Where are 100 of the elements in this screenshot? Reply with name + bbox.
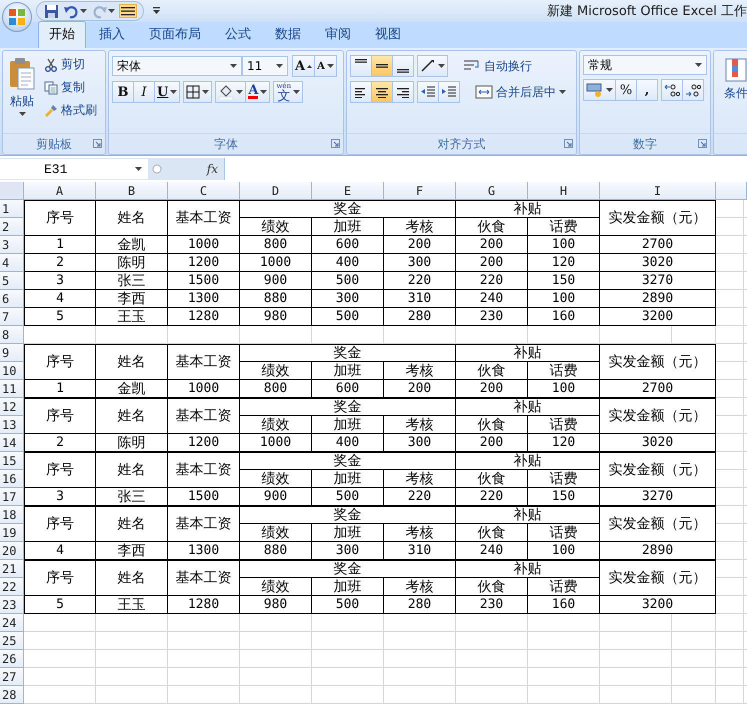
header-cell: 绩效 (240, 470, 312, 488)
fill-color-button[interactable] (215, 81, 246, 103)
horizontal-align-button[interactable] (371, 81, 393, 103)
office-button[interactable] (2, 2, 32, 32)
table-cell: 1280 (168, 308, 240, 326)
column-header[interactable]: I (600, 182, 716, 200)
save-button[interactable] (43, 2, 60, 20)
increase-decimal-button[interactable] (661, 79, 683, 101)
shrink-font-button[interactable]: A (314, 55, 337, 77)
row-header[interactable]: 7 (0, 308, 24, 326)
header-cell: 伙食 (456, 362, 528, 380)
row-header[interactable]: 13 (0, 416, 24, 434)
horizontal-align-button[interactable] (392, 81, 414, 103)
ribbon-tab[interactable]: 页面布局 (138, 21, 212, 48)
row-header[interactable]: 24 (0, 614, 24, 632)
toolbar-menu-button[interactable] (152, 6, 161, 16)
number-format-field[interactable]: 常规 (583, 55, 707, 75)
row-header[interactable]: 3 (0, 236, 24, 254)
row-header[interactable]: 1 (0, 200, 24, 218)
caret-icon (135, 167, 142, 171)
row-header[interactable]: 18 (0, 506, 24, 524)
row-header[interactable]: 5 (0, 272, 24, 290)
bold-button[interactable]: B (112, 81, 134, 103)
vertical-align-button[interactable] (350, 55, 372, 77)
cut-button[interactable]: 剪切 (42, 55, 99, 74)
row-header[interactable]: 27 (0, 668, 24, 686)
dialog-launcher-button[interactable] (93, 139, 102, 148)
wrap-text-button[interactable]: 自动换行 (461, 56, 534, 76)
column-header[interactable]: D (240, 182, 312, 200)
copy-icon (44, 80, 58, 94)
launcher-icon (93, 139, 102, 148)
header-cell: 奖金 (240, 560, 456, 578)
row-header[interactable]: 2 (0, 218, 24, 236)
merge-center-button[interactable]: 合并后居中 (473, 82, 568, 102)
orientation-button[interactable] (417, 55, 448, 77)
comma-button[interactable]: , (636, 79, 658, 101)
grow-font-button[interactable]: A (292, 55, 316, 77)
row-header[interactable]: 14 (0, 434, 24, 452)
row-header[interactable]: 9 (0, 344, 24, 362)
table-cell: 3200 (600, 596, 716, 614)
borders-button[interactable] (183, 81, 212, 103)
font-name-field[interactable]: 宋体 (112, 56, 242, 76)
formula-input[interactable] (224, 158, 747, 180)
underline-button[interactable]: U (154, 81, 180, 103)
dialog-launcher-button[interactable] (564, 139, 573, 148)
row-header[interactable]: 6 (0, 290, 24, 308)
row-header[interactable]: 11 (0, 380, 24, 398)
ribbon-tab[interactable]: 审阅 (314, 21, 362, 48)
row-header[interactable]: 22 (0, 578, 24, 596)
vertical-align-button[interactable] (371, 55, 393, 77)
ribbon-tab[interactable]: 公式 (214, 21, 262, 48)
column-header[interactable]: F (384, 182, 456, 200)
row-header[interactable]: 26 (0, 650, 24, 668)
ribbon-tab[interactable]: 插入 (88, 21, 136, 48)
row-header[interactable]: 16 (0, 470, 24, 488)
decrease-indent-button[interactable] (417, 81, 439, 103)
row-header[interactable]: 8 (0, 326, 24, 344)
clipboard-icon (8, 57, 36, 91)
header-cell: 话费 (528, 362, 600, 380)
row-header[interactable]: 10 (0, 362, 24, 380)
column-header[interactable]: C (168, 182, 240, 200)
vertical-align-button[interactable] (392, 55, 414, 77)
format-painter-button[interactable]: 格式刷 (42, 101, 99, 120)
row-header[interactable]: 17 (0, 488, 24, 506)
row-header[interactable]: 28 (0, 686, 24, 704)
row-header[interactable]: 20 (0, 542, 24, 560)
row-header[interactable]: 25 (0, 632, 24, 650)
paste-button[interactable]: 粘贴 (6, 55, 38, 129)
row-header[interactable]: 21 (0, 560, 24, 578)
row-header[interactable]: 15 (0, 452, 24, 470)
percent-button[interactable]: % (615, 79, 637, 101)
ribbon-tab[interactable]: 视图 (364, 21, 412, 48)
dialog-launcher-button[interactable] (331, 139, 340, 148)
dialog-launcher-button[interactable] (698, 139, 707, 148)
column-header[interactable]: A (24, 182, 96, 200)
row-header[interactable]: 23 (0, 596, 24, 614)
ribbon-tab[interactable]: 开始 (38, 21, 86, 48)
column-header[interactable]: H (528, 182, 600, 200)
table-cell: 240 (456, 542, 528, 560)
currency-button[interactable] (583, 79, 616, 101)
font-color-button[interactable]: A (245, 81, 270, 103)
name-box[interactable]: E31 (0, 159, 148, 179)
column-header[interactable]: B (96, 182, 168, 200)
increase-indent-button[interactable] (438, 81, 460, 103)
insert-function-button[interactable]: fx (206, 162, 218, 176)
decrease-decimal-button[interactable] (682, 79, 704, 101)
copy-button[interactable]: 复制 (42, 78, 99, 97)
row-header[interactable]: 4 (0, 254, 24, 272)
column-header[interactable]: E (312, 182, 384, 200)
row-header[interactable]: 12 (0, 398, 24, 416)
horizontal-align-button[interactable] (350, 81, 372, 103)
customize-button[interactable] (119, 4, 137, 18)
table-cell: 240 (456, 290, 528, 308)
ribbon-tab[interactable]: 数据 (264, 21, 312, 48)
table-cell: 王玉 (96, 596, 168, 614)
table-cell: 张三 (96, 488, 168, 506)
font-size-field[interactable]: 11 (242, 56, 288, 76)
row-header[interactable]: 19 (0, 524, 24, 542)
italic-button[interactable]: I (133, 81, 155, 103)
column-header[interactable]: G (456, 182, 528, 200)
